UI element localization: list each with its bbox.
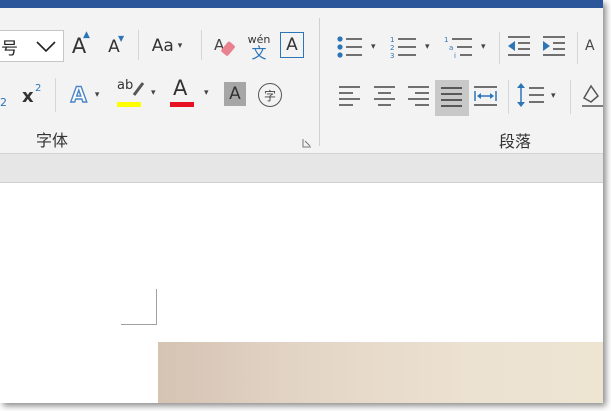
separator [55, 78, 56, 112]
justify-icon [441, 87, 462, 107]
caret-icon: ▾ [177, 41, 183, 51]
font-color-label: A [173, 76, 188, 100]
bullet-list-icon [337, 36, 362, 58]
increase-indent-button[interactable] [541, 34, 569, 62]
numbered-list-icon: 1 2 3 [390, 36, 416, 60]
phonetic-bottom: 文 [251, 44, 267, 62]
caret-icon: ▾ [151, 88, 156, 98]
superscript-button[interactable]: x 2 [20, 82, 48, 110]
svg-text:2: 2 [390, 44, 394, 52]
font-color-button[interactable]: A ▾ [168, 76, 216, 112]
separator [138, 30, 139, 60]
caret-icon: ▾ [551, 91, 556, 101]
shrink-font-button[interactable]: A ▼ [100, 34, 128, 60]
eraser-icon: A [214, 36, 235, 56]
svg-text:A: A [585, 38, 595, 54]
distributed-button[interactable] [472, 82, 500, 112]
grow-arrow-icon: ▲ [83, 30, 90, 40]
change-case-button[interactable]: Aa ▾ [144, 32, 190, 60]
separator [499, 32, 500, 64]
svg-text:i: i [454, 52, 456, 60]
margin-corner-mark-vertical [156, 289, 157, 325]
phonetic-guide-button[interactable]: wén 文 [244, 32, 274, 64]
dropdown-chevron-icon[interactable] [35, 39, 57, 53]
separator [508, 80, 509, 114]
distributed-icon [474, 86, 497, 106]
document-background [0, 154, 603, 182]
align-left-icon [339, 86, 360, 106]
caret-icon: ▾ [371, 42, 376, 52]
ribbon-home-tab: 号 A ▲ A ▼ Aa ▾ A wén 文 A 2 x 2 A ▾ ab ▾ … [0, 8, 603, 154]
align-right-icon [408, 86, 429, 106]
clear-formatting-button[interactable]: A [210, 32, 240, 60]
sort-button[interactable]: A [585, 36, 603, 62]
group-separator [319, 18, 320, 146]
svg-text:3: 3 [390, 52, 394, 60]
character-border-button[interactable]: A [280, 32, 304, 58]
decrease-indent-icon [508, 36, 530, 56]
change-case-label: Aa [151, 36, 174, 56]
caret-icon: ▾ [425, 42, 430, 52]
superscript-base: x [22, 86, 34, 107]
paragraph-group-label: 段落 [499, 132, 532, 151]
text-effects-button[interactable]: A ▾ [64, 80, 106, 110]
shading-icon [582, 84, 603, 107]
pen-icon [132, 82, 145, 96]
multilevel-list-button[interactable]: 1 a i ▾ [444, 34, 490, 64]
separator [577, 32, 578, 64]
shading-button[interactable] [580, 82, 603, 112]
dialog-launcher-icon[interactable] [302, 138, 312, 148]
shrink-arrow-icon: ▼ [118, 34, 125, 43]
subscript-button[interactable]: 2 [0, 84, 10, 110]
character-shading-label: A [229, 84, 241, 104]
character-shading-button[interactable]: A [224, 82, 246, 106]
caret-icon: ▾ [94, 90, 100, 100]
enclose-characters-label: 字 [263, 88, 276, 103]
separator [201, 30, 202, 60]
font-size-value: 号 [1, 38, 18, 59]
document-page[interactable] [0, 182, 603, 403]
inserted-image[interactable] [158, 342, 603, 403]
align-right-button[interactable] [405, 82, 433, 112]
font-size-box[interactable]: 号 [0, 30, 64, 62]
separator [570, 80, 571, 114]
decrease-indent-button[interactable] [506, 34, 534, 62]
highlight-swatch [117, 102, 141, 107]
multilevel-list-icon: 1 a i [444, 36, 472, 60]
text-effects-label: A [70, 82, 88, 107]
word-window: 号 A ▲ A ▼ Aa ▾ A wén 文 A 2 x 2 A ▾ ab ▾ … [0, 0, 603, 403]
line-spacing-icon [517, 83, 544, 107]
sort-icon: A [585, 38, 595, 54]
increase-indent-icon [543, 36, 565, 56]
highlight-color-button[interactable]: ab ▾ [114, 78, 162, 112]
character-border-label: A [286, 35, 298, 55]
line-spacing-button[interactable]: ▾ [516, 82, 562, 112]
title-bar [0, 0, 603, 8]
caret-icon: ▾ [204, 88, 209, 98]
font-color-swatch [170, 102, 194, 107]
svg-text:a: a [449, 44, 453, 52]
grow-font-button[interactable]: A ▲ [64, 30, 94, 60]
font-group-label: 字体 [36, 131, 69, 150]
justify-button[interactable] [435, 80, 469, 116]
margin-corner-mark-horizontal [121, 324, 157, 325]
enclose-characters-button[interactable]: 字 [258, 83, 282, 107]
align-center-icon [374, 86, 395, 106]
svg-text:1: 1 [444, 36, 448, 44]
bullets-button[interactable]: ▾ [336, 34, 382, 64]
caret-icon: ▾ [481, 42, 486, 52]
svg-text:1: 1 [390, 36, 394, 44]
numbering-button[interactable]: 1 2 3 ▾ [390, 34, 436, 64]
superscript-index: 2 [35, 83, 42, 94]
subscript-index: 2 [0, 96, 7, 109]
align-left-button[interactable] [336, 82, 364, 112]
align-center-button[interactable] [371, 82, 399, 112]
